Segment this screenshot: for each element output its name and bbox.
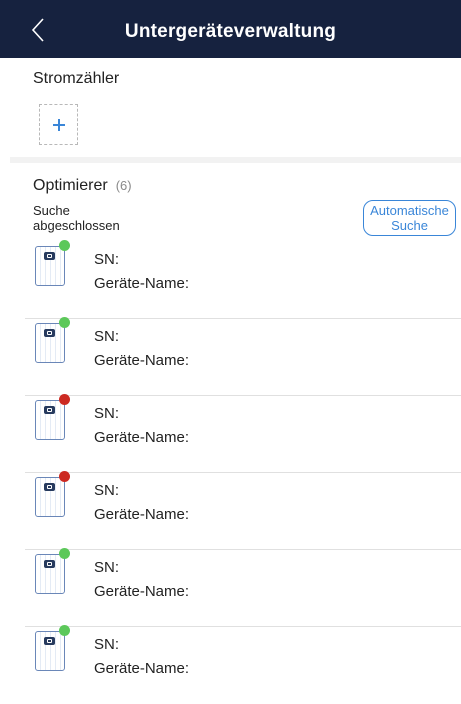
- search-status-text: Suche abgeschlossen: [33, 203, 120, 233]
- status-dot: [59, 240, 70, 251]
- optimizer-device-icon: [35, 548, 71, 598]
- device-name-label: Geräte-Name:: [94, 429, 190, 446]
- device-sn-label: SN:: [94, 251, 120, 268]
- device-name-label: Geräte-Name:: [94, 583, 190, 600]
- section-divider: [10, 157, 461, 163]
- status-dot: [59, 317, 70, 328]
- optimizer-count: (6): [115, 178, 132, 193]
- optimizer-device-icon: [35, 240, 71, 290]
- device-sn-label: SN:: [94, 405, 120, 422]
- auto-search-button[interactable]: Automatische Suche: [363, 200, 456, 236]
- optimizer-section-title: Optimierer: [33, 177, 108, 194]
- optimizer-device-icon: [35, 317, 71, 367]
- device-row[interactable]: SN: Geräte-Name:: [25, 548, 461, 627]
- optimizer-device-icon: [35, 625, 71, 675]
- status-dot: [59, 625, 70, 636]
- device-name-label: Geräte-Name:: [94, 506, 190, 523]
- status-dot: [59, 394, 70, 405]
- optimizer-device-icon: [35, 394, 71, 444]
- status-dot: [59, 471, 70, 482]
- device-row[interactable]: SN: Geräte-Name:: [25, 471, 461, 550]
- add-meter-button[interactable]: [39, 104, 78, 145]
- device-name-label: Geräte-Name:: [94, 660, 190, 677]
- device-row[interactable]: SN: Geräte-Name:: [25, 240, 461, 319]
- device-sn-label: SN:: [94, 636, 120, 653]
- device-row[interactable]: SN: Geräte-Name:: [25, 317, 461, 396]
- device-row[interactable]: SN: Geräte-Name:: [25, 394, 461, 473]
- status-dot: [59, 548, 70, 559]
- device-sn-label: SN:: [94, 559, 120, 576]
- app-header: Untergeräteverwaltung: [0, 0, 461, 58]
- optimizer-device-icon: [35, 471, 71, 521]
- device-row[interactable]: SN: Geräte-Name:: [25, 625, 461, 704]
- device-name-label: Geräte-Name:: [94, 352, 190, 369]
- page-title: Untergeräteverwaltung: [124, 21, 337, 42]
- device-sn-label: SN:: [94, 482, 120, 499]
- meter-section-title: Stromzähler: [33, 70, 120, 87]
- optimizer-section-header: Optimierer (6): [33, 177, 132, 195]
- device-name-label: Geräte-Name:: [94, 275, 190, 292]
- device-sn-label: SN:: [94, 328, 120, 345]
